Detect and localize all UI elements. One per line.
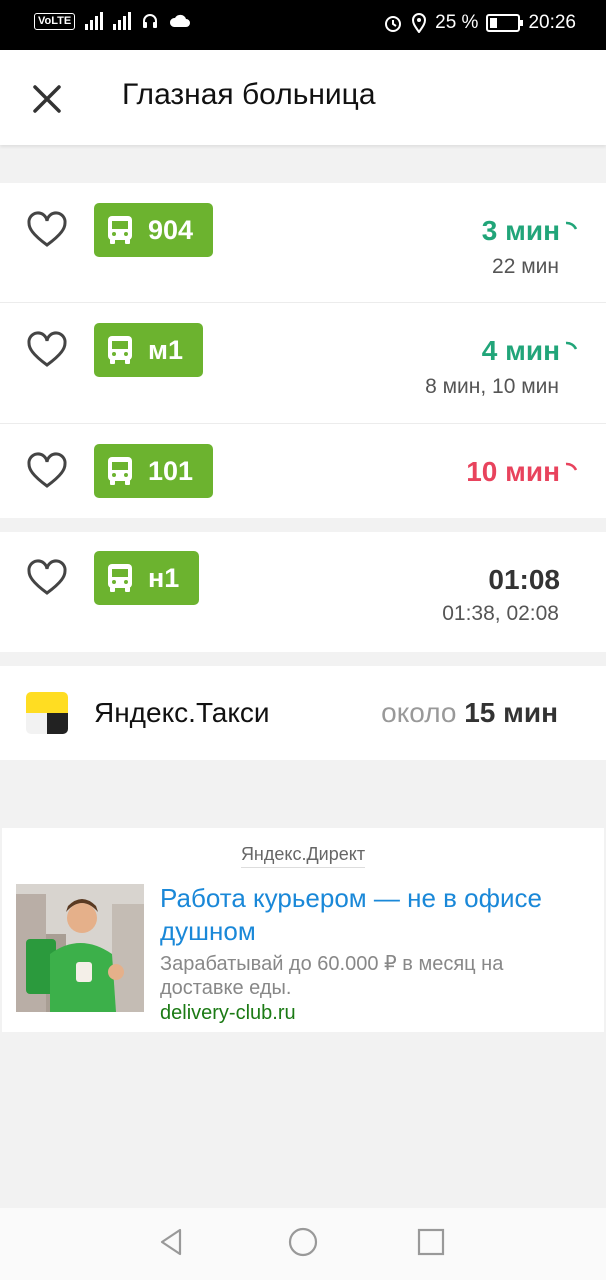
ad-domain[interactable]: delivery-club.ru	[160, 1002, 296, 1025]
ad-text: Зарабатывай до 60.000 ₽ в месяц на доста…	[160, 953, 504, 999]
bus-icon	[108, 457, 132, 485]
back-icon[interactable]	[156, 1226, 188, 1258]
home-icon[interactable]	[287, 1226, 319, 1258]
page-title: Глазная больница	[122, 78, 376, 111]
live-signal-icon	[565, 221, 578, 230]
clock: 20:26	[528, 12, 576, 33]
bus-icon	[108, 216, 132, 244]
ad-label: Яндекс.Директ	[2, 844, 604, 868]
route-row[interactable]: 101 10 мин	[0, 424, 606, 518]
taxi-eta-value: 15 мин	[464, 697, 558, 728]
route-next-arrivals: 8 мин, 10 мин	[425, 375, 559, 398]
favorite-heart-icon[interactable]	[26, 331, 68, 369]
taxi-eta-prefix: около	[381, 697, 457, 728]
favorite-heart-icon[interactable]	[26, 452, 68, 490]
cloud-icon	[170, 14, 191, 27]
battery-percent: 25 %	[435, 12, 479, 33]
alarm-icon	[385, 16, 402, 32]
status-right: 25 % 20:26	[383, 12, 576, 34]
battery-icon	[486, 14, 524, 32]
route-badge[interactable]: 904	[94, 203, 214, 257]
yandex-taxi-logo-icon	[26, 692, 68, 734]
routes-card: н1 01:08 01:38, 02:08	[0, 532, 606, 652]
favorite-heart-icon[interactable]	[26, 211, 68, 249]
route-number: 101	[148, 455, 194, 486]
taxi-eta: около 15 мин	[381, 697, 558, 729]
4g-signal-icon	[113, 12, 132, 30]
app-header: Глазная больница	[0, 50, 606, 145]
ad-title[interactable]: Работа курьером — не в офисе душном	[160, 882, 580, 948]
ad-label-text: Яндекс.Директ	[240, 844, 366, 868]
ad-block[interactable]: Яндекс.Директ Работа курьером — не в офи…	[2, 828, 604, 1032]
favorite-heart-icon[interactable]	[26, 559, 68, 597]
route-badge[interactable]: 101	[94, 444, 214, 498]
taxi-row[interactable]: Яндекс.Такси около 15 мин	[0, 666, 606, 760]
route-row[interactable]: м1 4 мин 8 мин, 10 мин	[0, 303, 606, 423]
route-eta: 3 мин	[481, 215, 560, 246]
bus-icon	[108, 336, 132, 364]
route-eta: 01:08	[488, 564, 560, 595]
headset-icon	[143, 14, 158, 28]
route-eta: 10 мин	[466, 456, 560, 487]
location-icon	[412, 13, 427, 33]
route-eta: 4 мин	[481, 335, 560, 366]
live-signal-icon	[565, 462, 578, 471]
live-signal-icon	[565, 341, 578, 350]
route-next-arrivals: 22 мин	[492, 255, 559, 278]
routes-card: 904 3 мин 22 мин м1 4 мин 8 мин, 10 мин …	[0, 183, 606, 518]
system-navbar	[0, 1208, 606, 1280]
recents-icon[interactable]	[415, 1226, 447, 1258]
route-row[interactable]: 904 3 мин 22 мин	[0, 183, 606, 303]
route-number: 904	[148, 214, 194, 245]
taxi-name: Яндекс.Такси	[94, 697, 270, 728]
route-badge[interactable]: н1	[94, 551, 200, 605]
route-number: м1	[148, 334, 183, 365]
signal-icon	[85, 12, 104, 30]
volte-indicator: VoLTE	[34, 12, 76, 30]
status-bar: VoLTE 25 % 20:26	[0, 0, 606, 50]
ad-courier-image[interactable]	[16, 884, 144, 1012]
bus-icon	[108, 564, 132, 592]
route-badge[interactable]: м1	[94, 323, 203, 377]
route-number: н1	[148, 562, 180, 593]
route-next-arrivals: 01:38, 02:08	[442, 602, 559, 625]
route-row[interactable]: н1 01:08 01:38, 02:08	[0, 532, 606, 652]
status-left: VoLTE	[34, 12, 191, 30]
close-icon[interactable]	[26, 78, 68, 120]
